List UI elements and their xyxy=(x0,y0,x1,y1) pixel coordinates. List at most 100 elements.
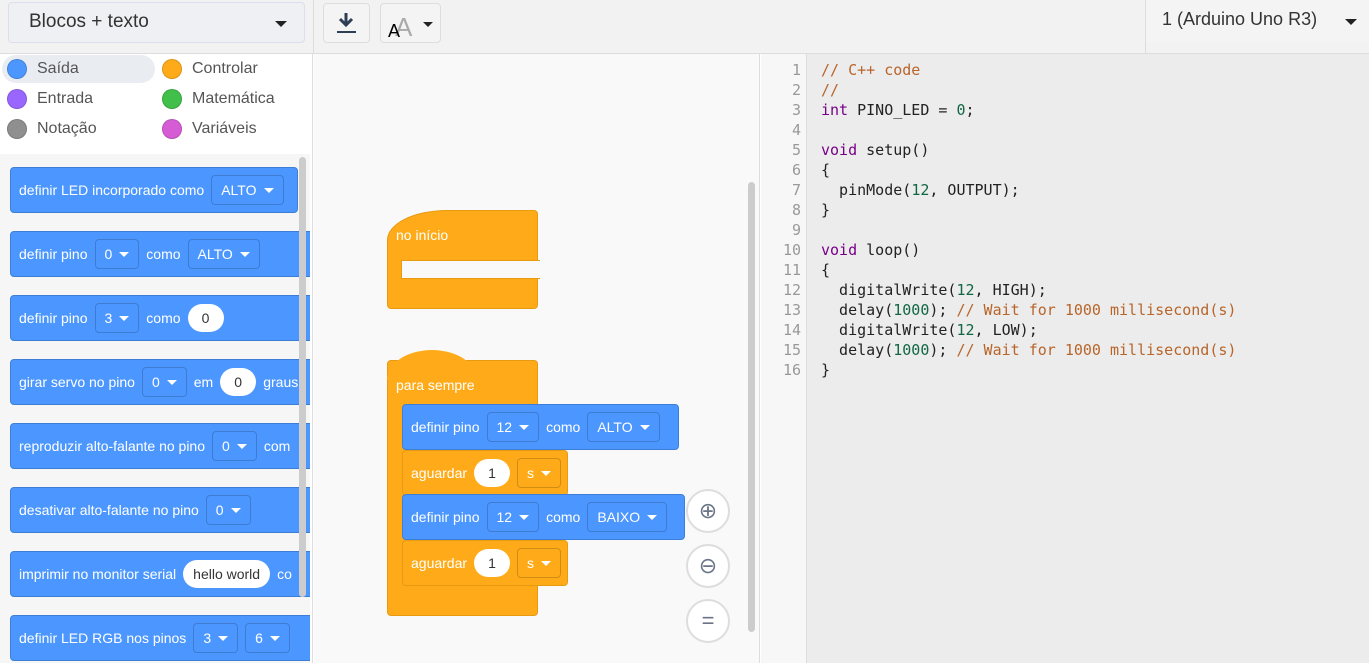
value-dropdown[interactable]: BAIXO xyxy=(587,502,668,532)
pin-dropdown[interactable]: 0 xyxy=(141,367,187,397)
code-token: , OUTPUT); xyxy=(929,181,1020,199)
category-0[interactable]: Saída xyxy=(2,55,155,83)
caret-down-icon xyxy=(519,514,530,520)
block-label: no início xyxy=(396,227,449,243)
block-label: reproduzir alto-falante no pino xyxy=(19,438,206,454)
category-2[interactable]: Entrada xyxy=(2,85,155,113)
category-1[interactable]: Controlar xyxy=(157,55,310,83)
workspace-canvas[interactable]: no início para sempre definir pino 12 como… xyxy=(314,54,760,663)
dropdown-value: BAIXO xyxy=(597,509,641,525)
code-line: digitalWrite(12, LOW); xyxy=(821,320,1369,340)
unit-dropdown[interactable]: s xyxy=(517,458,562,488)
code-token: } xyxy=(821,201,831,219)
zoom-reset-button[interactable]: = xyxy=(686,599,730,643)
pin-dropdown[interactable]: 0 xyxy=(212,431,257,461)
unit-dropdown[interactable]: s xyxy=(517,548,562,578)
code-token: ); xyxy=(929,341,957,359)
pin-dropdown[interactable]: 0 xyxy=(205,495,251,525)
block-wait[interactable]: aguardar 1 s xyxy=(402,540,568,586)
pin-dropdown[interactable]: 12 xyxy=(486,502,540,532)
block-palette: definir LED incorporado como ALTO definir … xyxy=(0,154,310,663)
block-set-pin[interactable]: definir pino 12 como ALTO xyxy=(402,404,679,450)
number-input[interactable]: 0 xyxy=(187,304,224,332)
caret-down-icon xyxy=(230,507,241,513)
block-wait[interactable]: aguardar 1 s xyxy=(402,450,568,496)
category-color-dot xyxy=(162,119,182,139)
dropdown-value: ALTO xyxy=(597,419,633,435)
category-3[interactable]: Matemática xyxy=(157,85,310,113)
zoom-out-button[interactable]: ⊖ xyxy=(686,544,730,588)
category-color-dot xyxy=(7,119,27,139)
zoom-in-button[interactable]: ⊕ xyxy=(686,489,730,533)
block-label: aguardar xyxy=(411,465,468,481)
code-token: loop() xyxy=(857,241,921,259)
code-token: 12 xyxy=(956,281,975,299)
block-label: definir LED incorporado como xyxy=(19,182,205,198)
dropdown-value: 12 xyxy=(496,509,513,525)
palette-block[interactable]: girar servo no pino 0 em 0 graus xyxy=(10,359,310,405)
code-line: // C++ code xyxy=(821,60,1369,80)
line-number: 6 xyxy=(791,161,801,179)
code-editor[interactable]: // C++ code//int PINO_LED = 0; void setup… xyxy=(807,54,1369,663)
category-label: Saída xyxy=(37,60,79,77)
code-line: } xyxy=(821,200,1369,220)
pin-dropdown[interactable]: ALTO xyxy=(211,175,284,205)
dropdown-value: 0 xyxy=(104,246,113,262)
line-number: 11 xyxy=(782,261,801,279)
line-number: 7 xyxy=(791,181,801,199)
value-dropdown[interactable]: ALTO xyxy=(587,412,660,442)
line-number: 8 xyxy=(791,201,801,219)
palette-block[interactable]: definir LED RGB nos pinos 3 6 xyxy=(10,615,310,661)
value-dropdown[interactable]: ALTO xyxy=(187,239,260,269)
line-number: 1 xyxy=(791,61,801,79)
line-numbers: 1 2 3 4 5 6 7 8 9 10 11 12 13 14 15 16 xyxy=(761,54,807,663)
board-select[interactable]: 1 (Arduino Uno R3) xyxy=(1146,0,1369,42)
caret-down-icon xyxy=(119,251,130,257)
pin-dropdown[interactable]: 0 xyxy=(94,239,140,269)
category-5[interactable]: Variáveis xyxy=(157,115,310,143)
text-input[interactable]: hello world xyxy=(183,560,271,588)
code-token: , LOW); xyxy=(974,321,1038,339)
canvas-scrollbar[interactable] xyxy=(748,182,755,632)
code-token: 0 xyxy=(956,101,966,119)
palette-block[interactable]: definir LED incorporado como ALTO xyxy=(10,167,298,213)
value-dropdown[interactable]: 6 xyxy=(245,623,290,653)
board-label: 1 (Arduino Uno R3) xyxy=(1162,9,1318,29)
block-label: aguardar xyxy=(411,555,468,571)
code-line: pinMode(12, OUTPUT); xyxy=(821,180,1369,200)
view-mode-select[interactable]: Blocos + texto xyxy=(8,2,305,43)
palette-block[interactable]: imprimir no monitor serial hello world co xyxy=(10,551,310,597)
palette-block[interactable]: definir pino 0 como ALTO xyxy=(10,231,310,277)
caret-down-icon xyxy=(541,560,552,566)
block-label: definir pino xyxy=(19,246,88,262)
palette-block[interactable]: definir pino 3 como 0 xyxy=(10,295,310,341)
block-label: como xyxy=(146,310,181,326)
font-size-button[interactable]: AA xyxy=(380,3,441,43)
caret-down-icon xyxy=(263,187,274,193)
category-4[interactable]: Notação xyxy=(2,115,155,143)
line-number: 3 xyxy=(791,101,801,119)
caret-down-icon xyxy=(519,424,530,430)
block-set-pin[interactable]: definir pino 12 como BAIXO xyxy=(402,494,685,540)
dropdown-value: s xyxy=(527,555,535,571)
chevron-down-icon xyxy=(275,21,287,27)
palette-block[interactable]: reproduzir alto-falante no pino 0 com xyxy=(10,423,310,469)
download-button[interactable] xyxy=(323,3,370,43)
code-token: int xyxy=(821,101,849,119)
pin-dropdown[interactable]: 3 xyxy=(94,303,140,333)
code-line: { xyxy=(821,260,1369,280)
palette-block[interactable]: desativar alto-falante no pino 0 xyxy=(10,487,310,533)
duration-input[interactable]: 1 xyxy=(474,459,511,487)
number-input[interactable]: 0 xyxy=(220,368,257,396)
pin-dropdown[interactable]: 12 xyxy=(486,412,540,442)
code-token: 12 xyxy=(911,181,930,199)
code-token: { xyxy=(821,161,831,179)
block-on-start[interactable]: no início xyxy=(387,210,540,309)
pin-dropdown[interactable]: 3 xyxy=(193,623,239,653)
block-label: definir pino xyxy=(411,419,480,435)
duration-input[interactable]: 1 xyxy=(474,549,511,577)
block-label: em xyxy=(193,374,214,390)
palette-scrollbar[interactable] xyxy=(299,157,306,597)
code-line: { xyxy=(821,160,1369,180)
